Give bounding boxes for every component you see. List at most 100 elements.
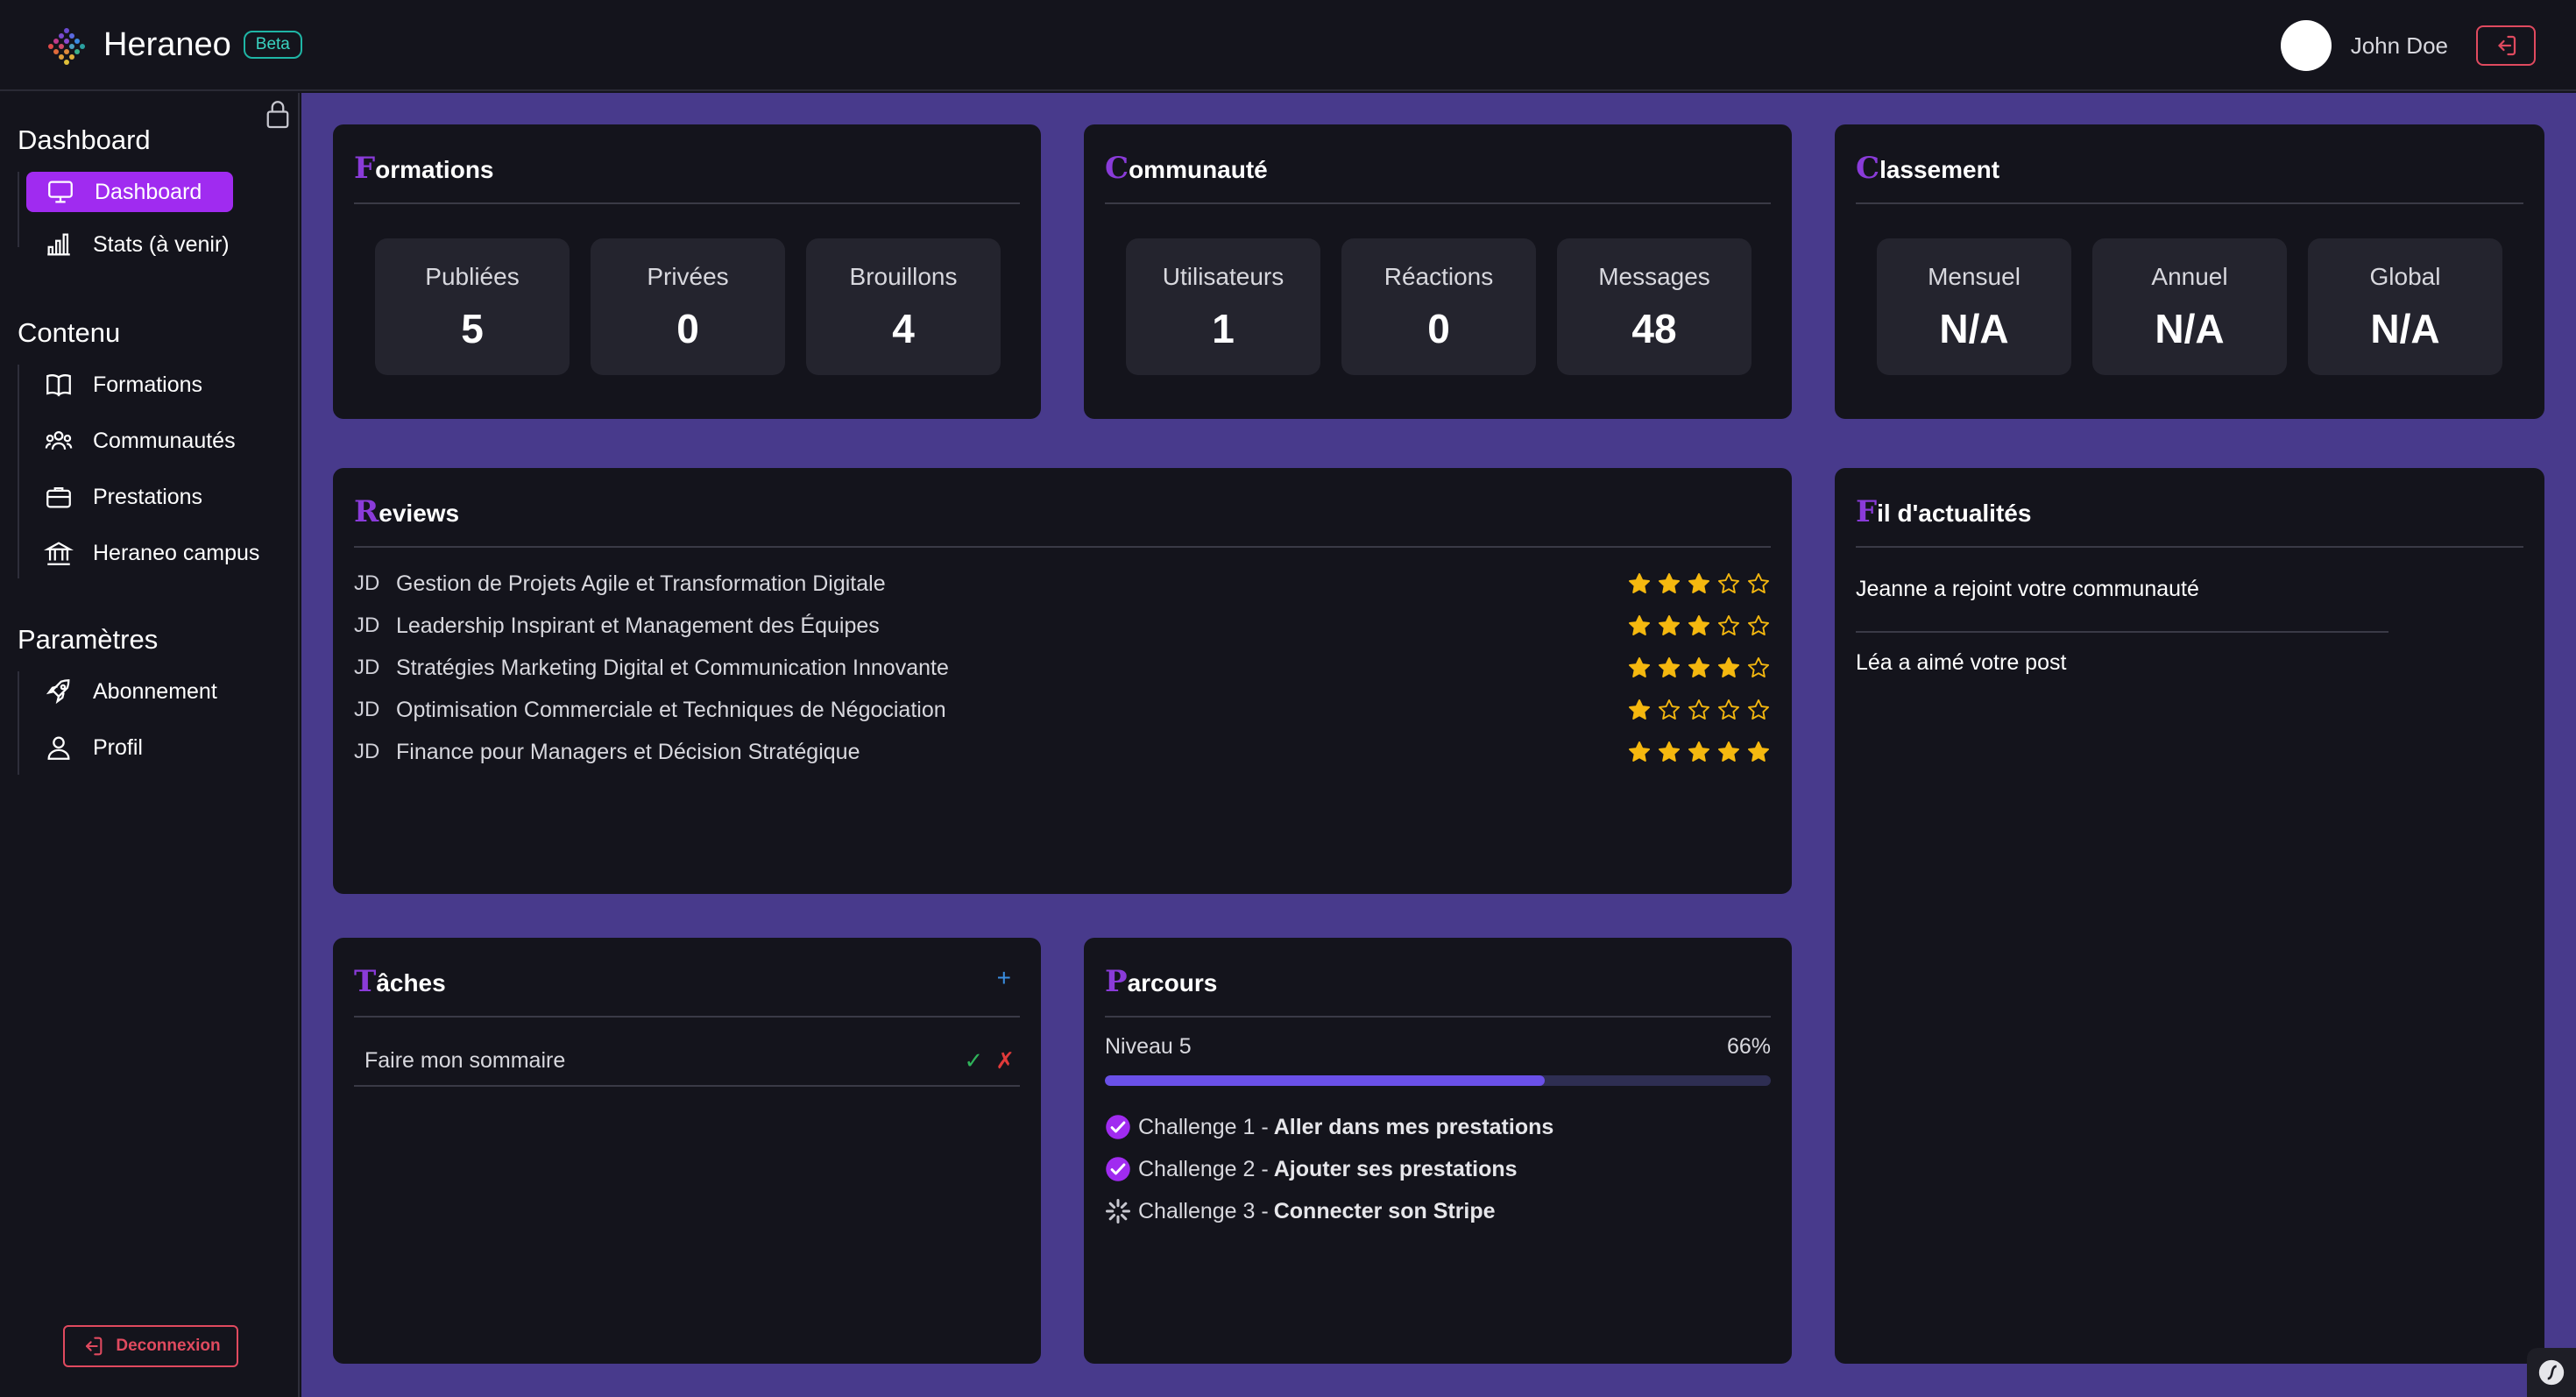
star-empty-icon bbox=[1717, 572, 1740, 593]
news-item[interactable]: Léa a aimé votre post bbox=[1856, 650, 2066, 676]
user-menu[interactable]: John Doe bbox=[2280, 19, 2536, 72]
beta-badge: Beta bbox=[243, 31, 302, 59]
stat-privees[interactable]: Privées 0 bbox=[591, 238, 785, 375]
review-row[interactable]: JD Finance pour Managers et Décision Stra… bbox=[354, 734, 1771, 769]
users-icon bbox=[44, 426, 74, 456]
divider bbox=[1856, 546, 2523, 548]
star-empty-icon bbox=[1717, 614, 1740, 635]
stat-brouillons[interactable]: Brouillons 4 bbox=[806, 238, 1001, 375]
star-filled-icon bbox=[1658, 614, 1681, 635]
star-filled-icon bbox=[1688, 656, 1710, 677]
stat-global[interactable]: Global N/A bbox=[2308, 238, 2502, 375]
review-row[interactable]: JD Gestion de Projets Agile et Transforma… bbox=[354, 566, 1771, 601]
reviews-card: Reviews JD Gestion de Projets Agile et Tr… bbox=[333, 468, 1792, 894]
rating-stars bbox=[1622, 656, 1771, 680]
nav-group-parametres: Abonnement Profil bbox=[18, 671, 280, 775]
communaute-card: Communauté Utilisateurs 1 Réactions 0 Me… bbox=[1084, 124, 1792, 419]
star-filled-icon bbox=[1628, 614, 1651, 635]
nav-group-dashboard: Dashboard Stats (à venir) bbox=[18, 172, 280, 257]
challenge-name: Connecter son Stripe bbox=[1273, 1198, 1496, 1223]
stat-mensuel[interactable]: Mensuel N/A bbox=[1877, 238, 2071, 375]
divider bbox=[1105, 1016, 1771, 1018]
symfony-icon bbox=[2538, 1359, 2565, 1386]
sidebar-item-abonnement[interactable]: Abonnement bbox=[25, 671, 217, 712]
star-filled-icon bbox=[1688, 741, 1710, 762]
level-label: Niveau 5 bbox=[1105, 1034, 1192, 1059]
top-bar: Heraneo Beta John Doe bbox=[0, 0, 2576, 91]
lock-icon[interactable] bbox=[265, 98, 291, 130]
stat-reactions[interactable]: Réactions 0 bbox=[1341, 238, 1536, 375]
sidebar-item-communautes[interactable]: Communautés bbox=[25, 421, 236, 461]
rating-stars bbox=[1622, 740, 1771, 764]
star-filled-icon bbox=[1658, 741, 1681, 762]
add-task-button[interactable]: + bbox=[997, 964, 1011, 992]
task-text: Faire mon sommaire bbox=[364, 1047, 566, 1073]
sidebar-item-label: Heraneo campus bbox=[93, 540, 260, 565]
cross-icon[interactable]: ✗ bbox=[995, 1047, 1015, 1074]
card-title: Communauté bbox=[1105, 151, 1268, 186]
progress-bar bbox=[1105, 1075, 1771, 1086]
nav-group-contenu: Formations Communautés Prestations Heran… bbox=[18, 365, 280, 578]
rating-stars bbox=[1622, 613, 1771, 638]
classement-card: Classement Mensuel N/A Annuel N/A Global… bbox=[1835, 124, 2544, 419]
star-empty-icon bbox=[1658, 698, 1681, 720]
user-name[interactable]: John Doe bbox=[2351, 32, 2448, 60]
card-title: Classement bbox=[1856, 151, 2000, 186]
review-row[interactable]: JD Leadership Inspirant et Management des… bbox=[354, 608, 1771, 643]
challenge-name: Ajouter ses prestations bbox=[1273, 1156, 1518, 1181]
challenge-item[interactable]: Challenge 1 - Aller dans mes prestations bbox=[1105, 1110, 1553, 1145]
check-icon[interactable]: ✓ bbox=[964, 1047, 983, 1074]
task-row: Faire mon sommaire ✓ ✗ bbox=[354, 1036, 1020, 1087]
logout-button-top[interactable] bbox=[2476, 25, 2536, 66]
sidebar-item-dashboard[interactable]: Dashboard bbox=[26, 172, 233, 212]
review-initials: JD bbox=[354, 698, 380, 721]
star-filled-icon bbox=[1717, 656, 1740, 677]
card-title: Formations bbox=[354, 151, 494, 186]
bank-icon bbox=[44, 538, 74, 568]
sidebar-item-stats[interactable]: Stats (à venir) bbox=[25, 224, 230, 265]
sidebar-item-label: Formations bbox=[93, 372, 203, 397]
avatar[interactable] bbox=[2280, 20, 2332, 71]
news-item[interactable]: Jeanne a rejoint votre communauté bbox=[1856, 577, 2199, 602]
section-title-parametres: Paramètres bbox=[18, 624, 159, 655]
news-feed-card: Fil d'actualités Jeanne a rejoint votre … bbox=[1835, 468, 2544, 1364]
check-circle-icon bbox=[1106, 1157, 1130, 1181]
logout-button[interactable]: Deconnexion bbox=[63, 1325, 238, 1367]
sidebar-item-label: Prestations bbox=[93, 484, 203, 509]
stat-utilisateurs[interactable]: Utilisateurs 1 bbox=[1126, 238, 1320, 375]
challenge-item[interactable]: Challenge 2 - Ajouter ses prestations bbox=[1105, 1152, 1518, 1187]
star-filled-icon bbox=[1658, 572, 1681, 593]
logout-label: Deconnexion bbox=[116, 1337, 221, 1355]
review-initials: JD bbox=[354, 613, 380, 637]
star-filled-icon bbox=[1717, 741, 1740, 762]
sidebar-item-heraneo-campus[interactable]: Heraneo campus bbox=[25, 533, 259, 573]
parcours-card: Parcours Niveau 5 66% Challenge 1 - Aller… bbox=[1084, 938, 1792, 1364]
section-title-contenu: Contenu bbox=[18, 317, 121, 348]
star-filled-icon bbox=[1688, 572, 1710, 593]
stat-annuel[interactable]: Annuel N/A bbox=[2092, 238, 2287, 375]
bar-chart-icon bbox=[44, 230, 74, 259]
review-title: Finance pour Managers et Décision Straté… bbox=[396, 739, 860, 764]
rating-stars bbox=[1622, 698, 1771, 722]
stat-messages[interactable]: Messages 48 bbox=[1557, 238, 1752, 375]
sidebar-item-profil[interactable]: Profil bbox=[25, 727, 143, 768]
formations-card: Formations Publiées 5 Privées 0 Brouillo… bbox=[333, 124, 1041, 419]
progress-fill bbox=[1105, 1075, 1545, 1086]
divider bbox=[1105, 202, 1771, 204]
brand-name: Heraneo bbox=[103, 25, 231, 63]
heraneo-logo-icon bbox=[48, 28, 85, 65]
sidebar-item-formations[interactable]: Formations bbox=[25, 365, 202, 405]
symfony-toolbar-toggle[interactable] bbox=[2527, 1348, 2576, 1397]
star-filled-icon bbox=[1747, 741, 1770, 762]
challenge-item[interactable]: Challenge 3 - Connecter son Stripe bbox=[1105, 1194, 1496, 1229]
sidebar-item-prestations[interactable]: Prestations bbox=[25, 477, 202, 517]
card-title: Reviews bbox=[354, 494, 460, 529]
tasks-card: Tâches + Faire mon sommaire ✓ ✗ bbox=[333, 938, 1041, 1364]
star-empty-icon bbox=[1688, 698, 1710, 720]
stat-publiees[interactable]: Publiées 5 bbox=[375, 238, 570, 375]
card-title: Parcours bbox=[1105, 964, 1218, 999]
star-filled-icon bbox=[1628, 698, 1651, 720]
brand[interactable]: Heraneo Beta bbox=[46, 24, 302, 66]
review-row[interactable]: JD Optimisation Commerciale et Techniques… bbox=[354, 692, 1771, 727]
review-row[interactable]: JD Stratégies Marketing Digital et Commun… bbox=[354, 650, 1771, 685]
